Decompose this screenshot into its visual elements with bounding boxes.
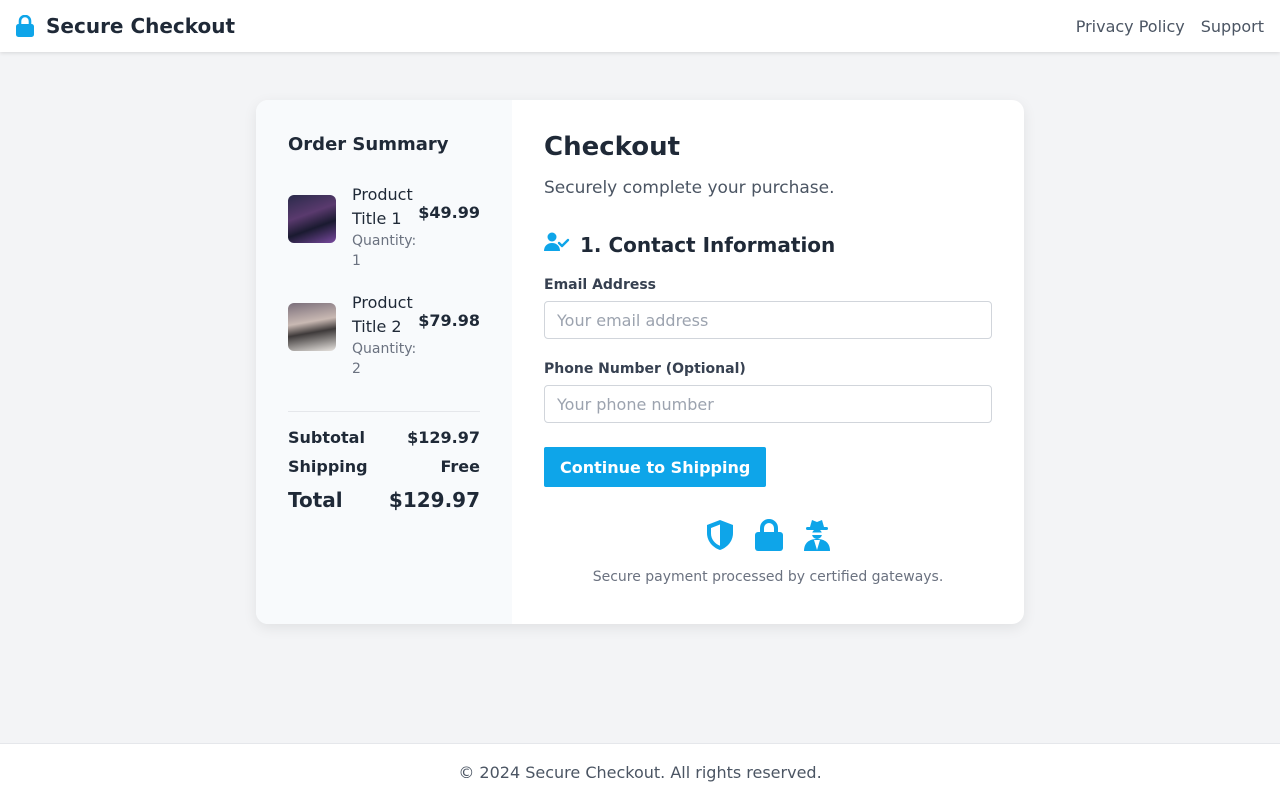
product-name: Product Title 1 [352,185,413,228]
lock-icon [755,519,783,551]
support-link[interactable]: Support [1201,17,1264,36]
privacy-policy-link[interactable]: Privacy Policy [1076,17,1185,36]
shield-icon [705,519,735,551]
page-subtitle: Securely complete your purchase. [544,178,835,198]
subtotal-label: Subtotal [288,428,365,447]
product-thumbnail [288,303,336,351]
checkout-form: Checkout Securely complete your purchase… [512,100,1024,624]
list-item: Product Title 2 Quantity: 2 $79.98 [288,291,480,379]
page-title: Checkout [544,132,681,162]
contact-section-title: 1. Contact Information [580,232,836,257]
total-value: $129.97 [388,488,480,512]
brand: Secure Checkout [16,14,235,38]
subtotal-row: Subtotal $129.97 [288,428,480,447]
subtotal-value: $129.97 [407,428,480,447]
footer-text: © 2024 Secure Checkout. All rights reser… [458,762,822,782]
list-item: Product Title 1 Quantity: 1 $49.99 [288,183,480,271]
header-nav: Privacy Policy Support [1076,17,1264,36]
user-check-icon [544,232,570,257]
checkout-card: Order Summary Product Title 1 Quantity: … [256,100,1024,624]
product-thumbnail [288,195,336,243]
total-row: Total $129.97 [288,488,480,512]
email-label: Email Address [544,277,657,293]
contact-section-header: 1. Contact Information [544,232,992,257]
phone-field[interactable] [544,385,992,423]
top-bar: Secure Checkout Privacy Policy Support [0,0,1280,52]
email-field[interactable] [544,301,992,339]
shipping-value: Free [440,457,481,476]
user-secret-icon [803,519,831,551]
continue-to-shipping-button[interactable]: Continue to Shipping [544,447,767,487]
order-summary: Order Summary Product Title 1 Quantity: … [256,100,512,624]
trust-badges [544,519,992,551]
footer: © 2024 Secure Checkout. All rights reser… [0,743,1280,800]
lock-icon [16,15,34,37]
product-price: $49.99 [418,203,480,222]
phone-label: Phone Number (Optional) [544,361,746,377]
product-name: Product Title 2 [352,293,413,336]
divider [288,411,480,412]
product-info: Product Title 2 Quantity: 2 [352,291,418,379]
trust-message: Secure payment processed by certified ga… [592,569,944,585]
total-label: Total [288,488,343,512]
app-title: Secure Checkout [46,14,236,38]
product-quantity: Quantity: 1 [352,233,417,269]
product-quantity: Quantity: 2 [352,341,417,377]
shipping-label: Shipping [288,457,368,476]
product-price: $79.98 [418,311,480,330]
order-summary-title: Order Summary [288,134,449,155]
product-info: Product Title 1 Quantity: 1 [352,183,418,271]
shipping-row: Shipping Free [288,457,480,476]
